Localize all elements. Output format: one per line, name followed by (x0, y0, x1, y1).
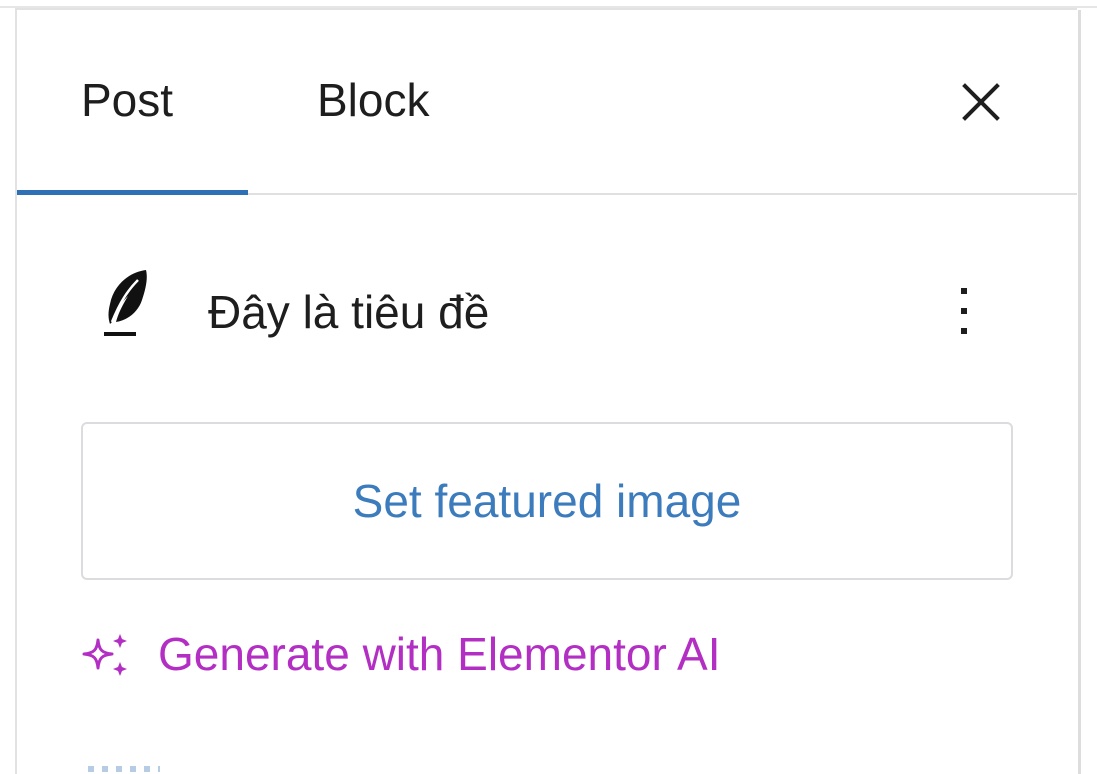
post-title: Đây là tiêu đề (208, 286, 490, 338)
feather-icon (104, 270, 147, 336)
set-featured-image-button[interactable]: Set featured image (81, 422, 1013, 580)
scrollbar-edge (1078, 10, 1081, 774)
post-summary: Đây là tiêu đề (100, 262, 1000, 352)
sparkles-icon (82, 634, 127, 676)
active-tab-indicator (17, 190, 248, 195)
close-icon (962, 83, 1000, 121)
cutoff-item (88, 762, 168, 774)
generate-ai-label: Generate with Elementor AI (158, 628, 721, 680)
vertical-ellipsis-icon (961, 288, 967, 334)
generate-ai-button[interactable]: Generate with Elementor AI (80, 622, 721, 686)
featured-image-label: Set featured image (352, 475, 742, 527)
editor-sidebar: Post Block Đây là tiêu đề Set featured i… (0, 0, 1097, 774)
tab-post[interactable]: Post (81, 70, 173, 130)
close-button[interactable] (957, 78, 1005, 126)
top-divider (0, 0, 1097, 8)
tab-block[interactable]: Block (317, 70, 429, 130)
sidebar-tabs: Post Block (17, 10, 1077, 195)
post-options-button[interactable] (946, 276, 982, 346)
